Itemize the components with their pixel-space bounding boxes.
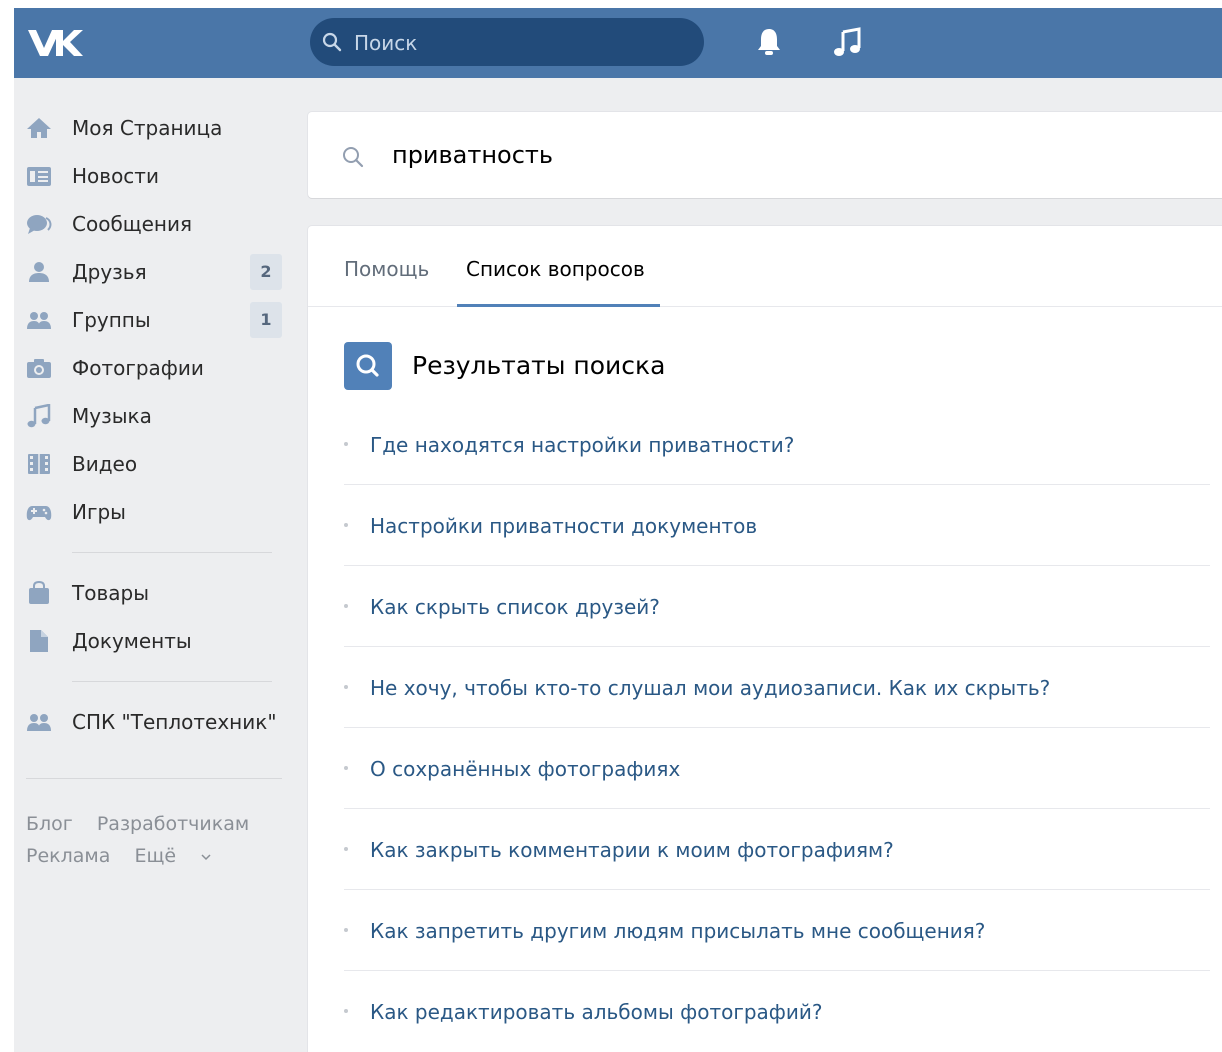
result-link[interactable]: Как редактировать альбомы фотографий? [370, 971, 823, 1051]
footer-link-developers[interactable]: Разработчикам [97, 813, 249, 835]
bullet [344, 523, 348, 527]
footer-link-more[interactable]: Ещё [134, 845, 212, 867]
sidebar-item-video[interactable]: Видео [14, 440, 294, 488]
result-item[interactable]: Не хочу, чтобы кто-то слушал мои аудиоза… [344, 647, 1210, 728]
music-player-icon[interactable] [832, 26, 864, 58]
sidebar-item-messages[interactable]: Сообщения [14, 200, 294, 248]
result-link[interactable]: Как скрыть список друзей? [370, 566, 660, 646]
header-search-input[interactable] [352, 18, 686, 68]
sidebar-item-label: Друзья [72, 260, 147, 284]
page: Моя Страница Новости Сообщения [14, 8, 1222, 1052]
results-panel: Помощь Список вопросов Результаты поиска… [308, 226, 1222, 1052]
result-item[interactable]: Где находятся настройки приватности? [344, 404, 1210, 485]
result-item[interactable]: Как запретить другим людям присылать мне… [344, 890, 1210, 971]
camera-icon [27, 359, 51, 378]
help-search-box[interactable]: приватность [308, 112, 1222, 198]
result-link[interactable]: О сохранённых фотографиях [370, 728, 680, 808]
bullet [344, 766, 348, 770]
sidebar-item-label: Сообщения [72, 212, 193, 236]
result-link[interactable]: Где находятся настройки приватности? [370, 404, 794, 484]
bullet [344, 847, 348, 851]
results-search-icon-badge [344, 342, 392, 390]
shopping-bag-icon [29, 581, 49, 604]
footer-more-label: Ещё [134, 845, 177, 867]
groups-icon [27, 714, 51, 731]
sidebar-item-friends[interactable]: Друзья 2 [14, 248, 294, 296]
result-item[interactable]: Настройки приватности документов [344, 485, 1210, 566]
bullet [344, 928, 348, 932]
groups-icon [27, 312, 51, 329]
result-link[interactable]: Как закрыть комментарии к моим фотографи… [370, 809, 894, 889]
vk-logo[interactable] [26, 26, 84, 60]
tab-questions-list[interactable]: Список вопросов [466, 226, 645, 306]
sidebar-item-photos[interactable]: Фотографии [14, 344, 294, 392]
results-title: Результаты поиска [412, 351, 666, 380]
groups-count-badge: 1 [250, 302, 282, 338]
search-icon [356, 354, 379, 377]
tabs-bar: Помощь Список вопросов [308, 226, 1222, 307]
search-icon [343, 147, 364, 168]
top-bar [14, 8, 1222, 78]
sidebar-footer-links: Блог Разработчикам Реклама Ещё [26, 808, 286, 872]
sidebar-item-label: Видео [72, 452, 138, 476]
bullet [344, 685, 348, 689]
sidebar-item-label: Моя Страница [72, 116, 223, 140]
sidebar-item-label: Документы [72, 629, 192, 653]
header-search[interactable] [310, 18, 704, 68]
sidebar-item-label: Фотографии [72, 356, 204, 380]
sidebar-item-my-page[interactable]: Моя Страница [14, 104, 294, 152]
bullet [344, 442, 348, 446]
sidebar-item-label: Товары [72, 581, 149, 605]
sidebar-item-label: СПК "Теплотехник" [72, 710, 277, 734]
bullet [344, 1009, 348, 1013]
gamepad-icon [26, 506, 52, 521]
sidebar-item-music[interactable]: Музыка [14, 392, 294, 440]
video-icon [28, 454, 50, 474]
help-search-input[interactable]: приватность [392, 112, 553, 198]
search-icon [322, 32, 342, 52]
sidebar-item-groups[interactable]: Группы 1 [14, 296, 294, 344]
sidebar-divider [72, 552, 272, 553]
sidebar-divider [72, 681, 272, 682]
result-link[interactable]: Не хочу, чтобы кто-то слушал мои аудиоза… [370, 647, 1050, 727]
sidebar-item-community[interactable]: СПК "Теплотехник" [14, 698, 294, 746]
result-item[interactable]: О сохранённых фотографиях [344, 728, 1210, 809]
result-item[interactable]: Как скрыть список друзей? [344, 566, 1210, 647]
notifications-bell-icon[interactable] [754, 26, 784, 58]
bullet [344, 604, 348, 608]
news-icon [27, 167, 51, 186]
sidebar-item-goods[interactable]: Товары [14, 569, 294, 617]
sidebar-item-documents[interactable]: Документы [14, 617, 294, 665]
music-icon [27, 404, 51, 428]
sidebar-item-label: Новости [72, 164, 159, 188]
active-tab-indicator [457, 304, 660, 307]
sidebar-item-label: Музыка [72, 404, 152, 428]
results-list: Где находятся настройки приватности? Нас… [344, 404, 1210, 1051]
chevron-down-icon [201, 854, 211, 861]
footer-link-ads[interactable]: Реклама [26, 845, 110, 867]
result-link[interactable]: Настройки приватности документов [370, 485, 757, 565]
left-sidebar: Моя Страница Новости Сообщения Друзья 2 … [14, 104, 294, 746]
document-icon [30, 630, 48, 652]
home-icon [27, 118, 51, 138]
messages-icon [27, 215, 52, 234]
result-link[interactable]: Как запретить другим людям присылать мне… [370, 890, 985, 970]
result-item[interactable]: Как редактировать альбомы фотографий? [344, 971, 1210, 1051]
tab-help[interactable]: Помощь [344, 226, 429, 306]
sidebar-item-news[interactable]: Новости [14, 152, 294, 200]
friends-icon [29, 262, 49, 282]
sidebar-item-label: Группы [72, 308, 151, 332]
sidebar-footer-divider [26, 778, 282, 779]
sidebar-item-games[interactable]: Игры [14, 488, 294, 536]
result-item[interactable]: Как закрыть комментарии к моим фотографи… [344, 809, 1210, 890]
footer-link-blog[interactable]: Блог [26, 813, 73, 835]
sidebar-item-label: Игры [72, 500, 126, 524]
friends-count-badge: 2 [250, 254, 282, 290]
